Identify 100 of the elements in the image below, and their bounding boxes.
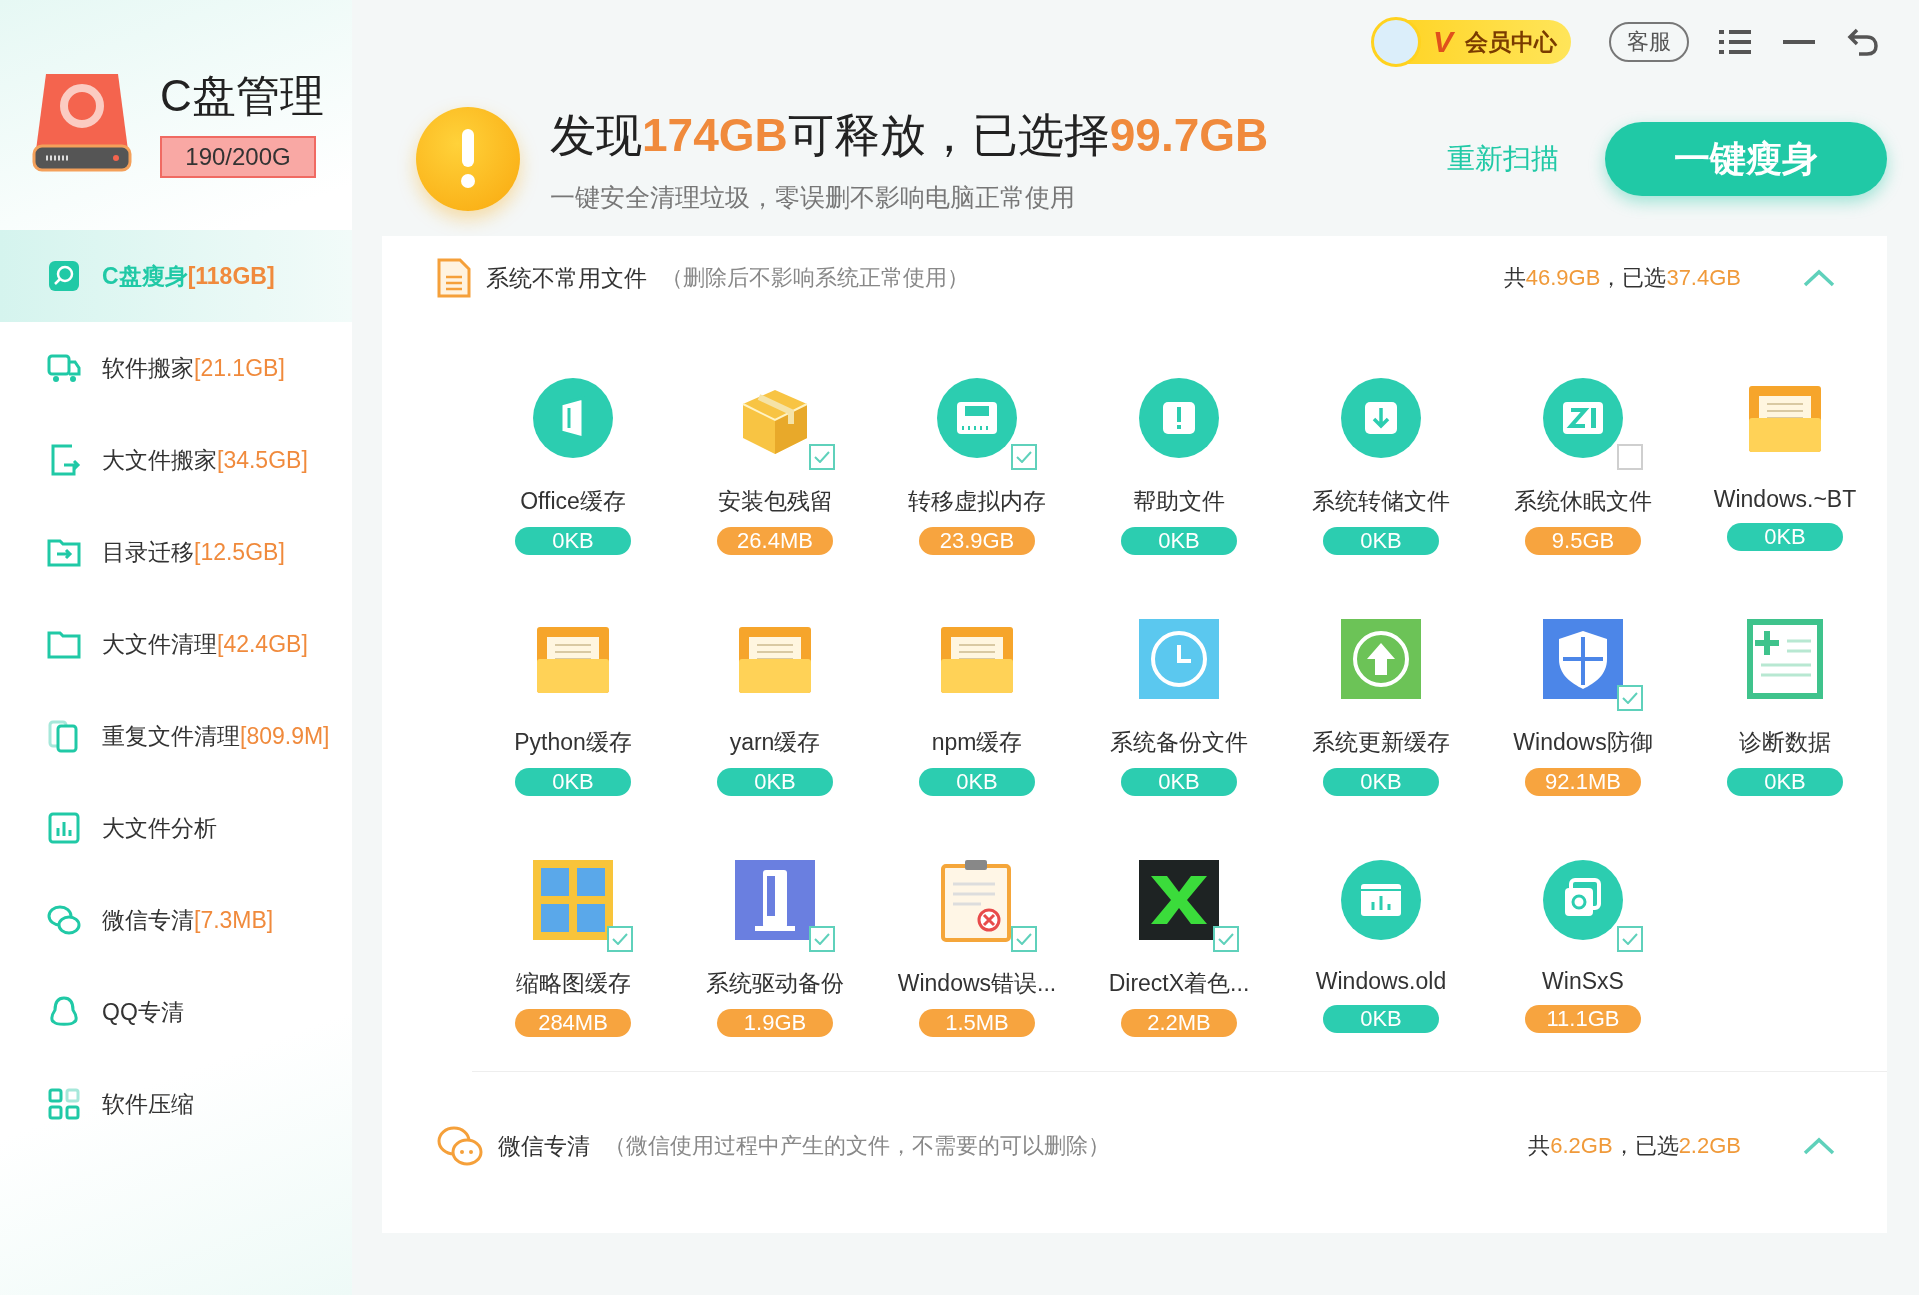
item-name: 缩略图缓存 xyxy=(515,969,631,998)
clock-icon xyxy=(1137,617,1221,701)
sidebar-item[interactable]: 软件搬家[21.1GB] xyxy=(0,322,352,414)
vip-label: 会员中心 xyxy=(1465,27,1557,57)
size-badge: 0KB xyxy=(1121,768,1237,796)
item-name: 帮助文件 xyxy=(1133,487,1225,516)
size-badge: 0KB xyxy=(1727,768,1843,796)
size-badge: 0KB xyxy=(1323,1005,1439,1033)
size-badge: 0KB xyxy=(717,768,833,796)
sidebar-label: 大文件搬家[34.5GB] xyxy=(102,445,308,475)
item-name: 系统休眠文件 xyxy=(1514,487,1652,516)
warning-icon xyxy=(416,107,520,211)
item-name: 安装包残留 xyxy=(717,487,833,516)
size-badge: 0KB xyxy=(919,768,1035,796)
vip-letter: V xyxy=(1433,25,1453,59)
checkmark-icon xyxy=(1622,692,1638,704)
sidebar-item[interactable]: 大文件搬家[34.5GB] xyxy=(0,414,352,506)
item-name: 系统更新缓存 xyxy=(1312,728,1450,757)
item-name: 系统备份文件 xyxy=(1110,728,1248,757)
scan-result-title: 发现174GB可释放，已选择99.7GB xyxy=(550,107,1270,163)
sidebar-label: 软件压缩 xyxy=(102,1089,194,1119)
size-badge: 0KB xyxy=(1323,527,1439,555)
device-icon xyxy=(733,858,817,942)
window-chart-icon xyxy=(1339,858,1423,942)
scan-result-subtitle: 一键安全清理垃圾，零误删不影响电脑正常使用 xyxy=(550,181,1076,213)
grid-icon xyxy=(46,1086,82,1122)
size-badge: 0KB xyxy=(1727,523,1843,551)
checkbox[interactable] xyxy=(1213,926,1239,952)
checkbox[interactable] xyxy=(1617,926,1643,952)
sidebar-item[interactable]: 软件压缩 xyxy=(0,1058,352,1150)
cross-icon xyxy=(1137,858,1221,942)
checkmark-icon xyxy=(814,451,830,463)
checkbox[interactable] xyxy=(607,926,633,952)
image-grid-icon xyxy=(531,858,615,942)
sidebar-label: 大文件清理[42.4GB] xyxy=(102,629,308,659)
download-icon xyxy=(1339,376,1423,460)
item-name: 系统驱动备份 xyxy=(706,969,844,998)
item-name: Windows错误... xyxy=(897,969,1057,998)
item-name: Office缓存 xyxy=(520,487,626,516)
item-name: DirectX着色... xyxy=(1108,969,1250,998)
checkmark-icon xyxy=(1218,933,1234,945)
chat-bubbles-icon xyxy=(436,1124,484,1168)
sidebar-label: C盘瘦身[118GB] xyxy=(102,261,275,291)
size-badge: 23.9GB xyxy=(919,527,1035,555)
checkbox[interactable] xyxy=(809,444,835,470)
checkmark-icon xyxy=(612,933,628,945)
checkbox[interactable] xyxy=(1011,926,1037,952)
size-badge: 1.5MB xyxy=(919,1009,1035,1037)
section-note: （微信使用过程中产生的文件，不需要的可以删除） xyxy=(604,1132,1111,1160)
customer-service-button[interactable]: 客服 xyxy=(1609,22,1689,62)
checkmark-icon xyxy=(1016,933,1032,945)
sidebar-item[interactable]: 大文件分析 xyxy=(0,782,352,874)
menu-icon xyxy=(1719,29,1751,55)
sidebar-label: QQ专清 xyxy=(102,997,184,1027)
back-arrow-icon xyxy=(1847,28,1879,56)
item-name: 转移虚拟内存 xyxy=(908,487,1046,516)
size-badge: 11.1GB xyxy=(1525,1005,1641,1033)
section-title: 系统不常用文件 xyxy=(486,263,647,293)
size-badge: 26.4MB xyxy=(717,527,833,555)
checkbox[interactable] xyxy=(1011,444,1037,470)
size-badge: 92.1MB xyxy=(1525,768,1641,796)
document-icon xyxy=(436,257,472,299)
sidebar-item[interactable]: 大文件清理[42.4GB] xyxy=(0,598,352,690)
item-name: Windows.old xyxy=(1315,968,1447,995)
avatar-icon xyxy=(1371,17,1421,67)
checkbox[interactable] xyxy=(809,926,835,952)
sidebar-label: 重复文件清理[809.9M] xyxy=(102,721,330,751)
size-badge: 0KB xyxy=(1323,768,1439,796)
size-badge: 2.2MB xyxy=(1121,1009,1237,1037)
checkmark-icon xyxy=(1016,451,1032,463)
copy-icon xyxy=(1541,858,1625,942)
section-summary: 共6.2GB，已选2.2GB xyxy=(1528,1132,1741,1160)
sidebar-item[interactable]: 目录迁移[12.5GB] xyxy=(0,506,352,598)
checkbox[interactable] xyxy=(1617,444,1643,470)
sidebar-item[interactable]: 微信专清[7.3MB] xyxy=(0,874,352,966)
hard-drive-icon xyxy=(32,72,132,172)
checkbox[interactable] xyxy=(1617,685,1643,711)
item-name: yarn缓存 xyxy=(729,728,821,757)
size-badge: 1.9GB xyxy=(717,1009,833,1037)
minimize-icon xyxy=(1783,40,1815,44)
sidebar-item[interactable]: 重复文件清理[809.9M] xyxy=(0,690,352,782)
sidebar-label: 大文件分析 xyxy=(102,813,217,843)
alert-icon xyxy=(1137,376,1221,460)
item-name: npm缓存 xyxy=(931,728,1023,757)
sidebar-item[interactable]: QQ专清 xyxy=(0,966,352,1058)
sidebar-label: 软件搬家[21.1GB] xyxy=(102,353,285,383)
item-name: Python缓存 xyxy=(514,728,632,757)
magnifier-icon xyxy=(46,258,82,294)
item-name: 系统转储文件 xyxy=(1312,487,1450,516)
checkmark-icon xyxy=(1622,933,1638,945)
item-name: Windows防御 xyxy=(1513,728,1653,757)
chevron-up-icon xyxy=(1802,268,1836,288)
bar-chart-icon xyxy=(46,810,82,846)
checkmark-icon xyxy=(814,933,830,945)
sidebar-label: 微信专清[7.3MB] xyxy=(102,905,274,935)
item-name: WinSxS xyxy=(1542,968,1624,995)
section-note: （删除后不影响系统正常使用） xyxy=(661,264,970,292)
size-badge: 9.5GB xyxy=(1525,527,1641,555)
section-title: 微信专清 xyxy=(498,1131,590,1161)
size-badge: 0KB xyxy=(1121,527,1237,555)
